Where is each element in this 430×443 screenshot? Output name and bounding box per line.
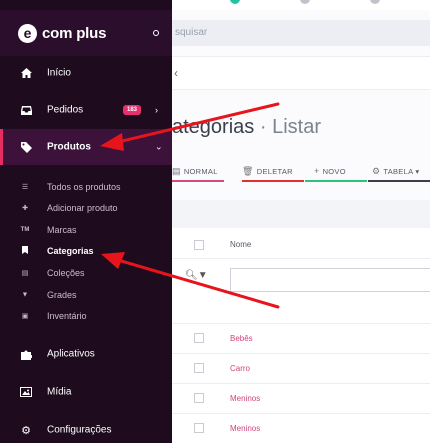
row-divider <box>172 383 430 384</box>
sidebar-subitem-label: Inventário <box>47 310 87 321</box>
normal-underline <box>172 180 224 182</box>
row-divider <box>172 413 430 414</box>
delete-button[interactable]: 🗑 DELETAR <box>242 160 304 182</box>
page-title-main: ategorias <box>172 116 255 138</box>
sidebar-header: e com plus <box>0 10 172 56</box>
settings-icon: ⚙ <box>372 166 381 176</box>
row-checkbox[interactable] <box>194 333 204 343</box>
sidebar-subitem-label: Grades <box>47 289 77 300</box>
table-underline <box>368 180 430 182</box>
row-divider <box>172 353 430 354</box>
sidebar-item-midia[interactable]: Mídia <box>0 374 172 410</box>
list-icon: ☰ <box>21 183 29 191</box>
sidebar-subitem-label: Categorias <box>47 245 94 256</box>
doc-icon: ▤ <box>172 166 181 176</box>
table-label: TABELA <box>383 167 413 176</box>
sidebar-subitem-inventario[interactable]: ▣ Inventário <box>0 305 172 326</box>
chevron-left-icon[interactable]: ‹ <box>174 66 178 80</box>
sidebar-item-label: Início <box>47 67 71 79</box>
page-title: ategorias · Listar <box>172 116 321 139</box>
row-name-link[interactable]: Carro <box>230 364 250 373</box>
status-dot <box>370 0 380 4</box>
delete-underline <box>242 180 304 182</box>
sidebar-subitem-label: Todos os produtos <box>47 181 121 192</box>
sidebar-subitem-label: Coleções <box>47 267 85 278</box>
page-title-sep: · <box>259 116 267 138</box>
sidebar-subitem-todos-produtos[interactable]: ☰ Todos os produtos <box>0 176 172 197</box>
row-checkbox[interactable] <box>194 363 204 373</box>
chevron-down-icon: ⌄ <box>155 141 163 152</box>
page-title-action: Listar <box>272 116 321 138</box>
search-input[interactable]: squisar <box>172 20 430 46</box>
row-name-link[interactable]: Meninos <box>230 394 260 403</box>
sidebar-subitem-grades[interactable]: ▼ Grades <box>0 284 172 305</box>
sidebar-item-aplicativos[interactable]: Aplicativos <box>0 336 172 372</box>
plus-icon: + <box>314 166 320 176</box>
normal-view-button[interactable]: ▤ NORMAL <box>172 160 224 182</box>
home-icon <box>20 67 32 79</box>
brand-logo[interactable]: e com plus <box>18 24 106 43</box>
delete-label: DELETAR <box>256 167 293 176</box>
row-checkbox[interactable] <box>194 423 204 433</box>
row-name-link[interactable]: Bebês <box>230 334 253 343</box>
select-all-checkbox[interactable] <box>194 240 204 250</box>
row-name-link[interactable]: Meninos <box>230 424 260 433</box>
brand-name: com plus <box>42 25 107 42</box>
sidebar-item-label: Aplicativos <box>47 348 95 360</box>
table-options-button[interactable]: ⚙ TABELA ▾ <box>368 160 430 182</box>
sidebar-subitem-label: Adicionar produto <box>47 202 118 213</box>
column-header-name[interactable]: Nome <box>230 240 251 249</box>
sidebar-subitem-colecoes[interactable]: ▤ Coleções <box>0 262 172 283</box>
row-divider <box>172 323 430 324</box>
categories-table: Nome 🔍︎▼ Bebês Carro Meninos Meninos <box>172 200 430 443</box>
inbox-icon <box>20 104 32 116</box>
list-toolbar: ▤ NORMAL 🗑 DELETAR + NOVO ⚙ TABELA ▾ <box>172 160 430 182</box>
sidebar-item-label: Produtos <box>47 141 91 153</box>
sidebar-subitem-marcas[interactable]: TM Marcas <box>0 219 172 240</box>
plus-icon: ✚ <box>22 204 28 212</box>
sidebar-item-pedidos[interactable]: Pedidos 183 › <box>0 92 172 128</box>
sidebar-item-inicio[interactable]: Início <box>0 55 172 91</box>
sidebar-toggle-icon[interactable] <box>153 30 159 36</box>
search-placeholder: squisar <box>175 27 208 38</box>
sidebar-subitem-adicionar-produto[interactable]: ✚ Adicionar produto <box>0 197 172 218</box>
chevron-right-icon: › <box>155 105 158 115</box>
sidebar-item-configuracoes[interactable]: ⚙ Configurações <box>0 412 172 443</box>
sidebar-item-produtos[interactable]: Produtos ⌄ <box>0 129 172 165</box>
sidebar-subitem-categorias[interactable]: Categorias <box>0 240 172 261</box>
bookmark-icon <box>20 245 30 256</box>
subheader-bar: ‹ <box>172 56 430 90</box>
new-button[interactable]: + NOVO <box>305 160 367 182</box>
table-top-bar <box>172 200 430 228</box>
top-strip <box>172 0 430 10</box>
orders-count-badge: 183 <box>123 105 142 115</box>
cogs-icon: ⚙ <box>21 424 31 437</box>
status-dot <box>300 0 310 4</box>
sidebar: e com plus Início Pedidos 183 › Produtos <box>0 0 172 443</box>
trademark-icon: TM <box>20 226 30 233</box>
header-divider <box>172 258 430 259</box>
trash-icon: 🗑 <box>242 166 254 176</box>
search-filter-icons[interactable]: 🔍︎▼ <box>185 270 208 281</box>
filter-icon: ▼ <box>21 291 29 298</box>
normal-label: NORMAL <box>183 167 218 176</box>
tag-icon <box>20 141 32 153</box>
logo-mark: e <box>18 24 37 43</box>
app-window: squisar ‹ ategorias · Listar ▤ NORMAL 🗑 DE… <box>0 0 430 443</box>
sidebar-item-label: Mídia <box>47 386 72 398</box>
archive-icon: ▣ <box>21 312 29 320</box>
layers-icon: ▤ <box>21 269 29 277</box>
row-checkbox[interactable] <box>194 393 204 403</box>
name-filter-input[interactable] <box>230 268 430 292</box>
sidebar-item-label: Pedidos <box>47 104 84 116</box>
image-icon <box>20 386 32 398</box>
new-label: NOVO <box>322 167 346 176</box>
sidebar-item-label: Configurações <box>47 424 112 436</box>
status-dot <box>230 0 240 4</box>
sidebar-subitem-label: Marcas <box>47 224 77 235</box>
puzzle-icon <box>20 348 32 360</box>
new-underline <box>305 180 367 182</box>
